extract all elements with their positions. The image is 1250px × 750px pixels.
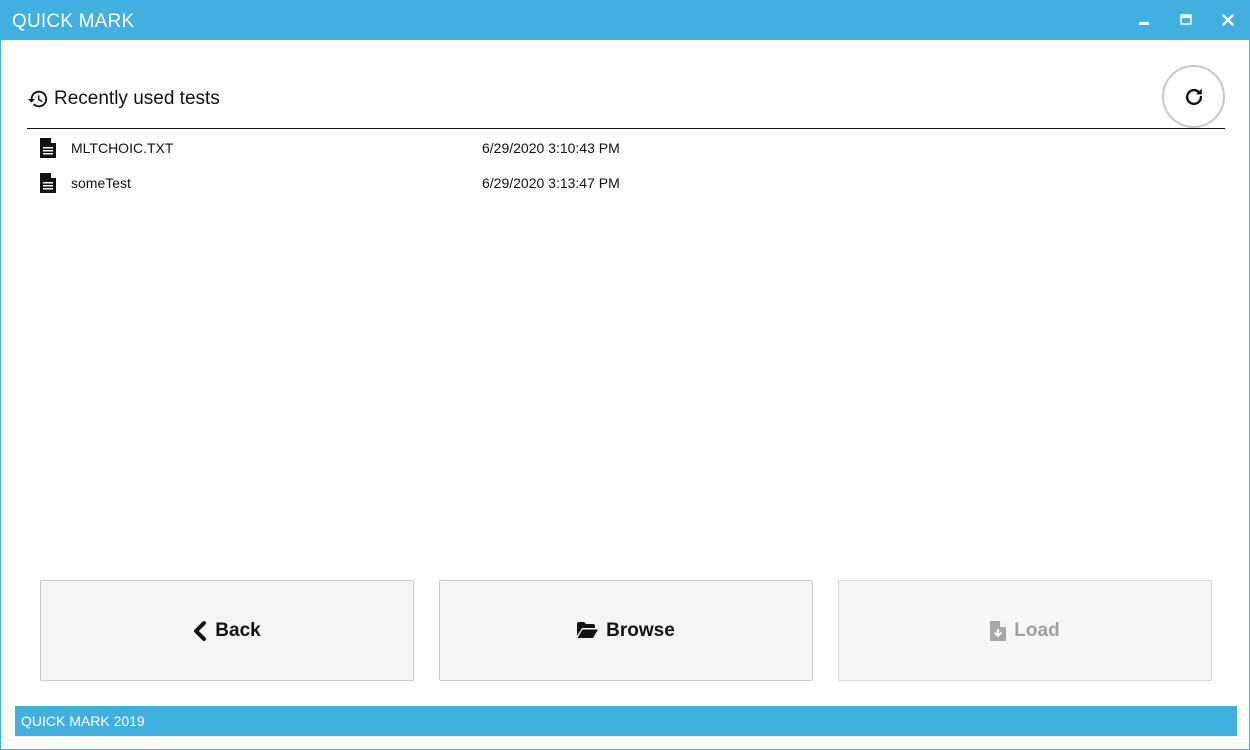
window-title: QUICK MARK (12, 11, 135, 32)
close-icon (1222, 14, 1234, 26)
browse-button[interactable]: Browse (439, 580, 813, 681)
app-window: QUICK MARK Recently used tests MLTCHOIC.… (0, 0, 1250, 750)
maximize-icon (1180, 14, 1192, 25)
recent-tests-header: Recently used tests (27, 85, 220, 113)
recent-tests-list: MLTCHOIC.TXT 6/29/2020 3:10:43 PM someTe… (27, 130, 1225, 200)
file-icon (40, 173, 56, 193)
back-button[interactable]: Back (40, 580, 414, 681)
header-divider (27, 128, 1225, 129)
title-bar[interactable]: QUICK MARK (1, 1, 1249, 40)
file-download-icon (990, 620, 1007, 641)
minimize-button[interactable] (1129, 5, 1159, 35)
file-name: MLTCHOIC.TXT (71, 140, 174, 156)
list-item[interactable]: someTest 6/29/2020 3:13:47 PM (27, 165, 1225, 200)
list-item[interactable]: MLTCHOIC.TXT 6/29/2020 3:10:43 PM (27, 130, 1225, 165)
refresh-button[interactable] (1162, 65, 1225, 128)
close-button[interactable] (1213, 5, 1243, 35)
chevron-left-icon (194, 620, 207, 641)
back-button-label: Back (215, 619, 261, 641)
folder-open-icon (577, 622, 599, 638)
status-text: QUICK MARK 2019 (21, 713, 145, 729)
file-icon (40, 138, 56, 158)
history-icon (27, 90, 48, 108)
file-name: someTest (71, 175, 131, 191)
maximize-button[interactable] (1171, 5, 1201, 35)
file-date: 6/29/2020 3:10:43 PM (482, 140, 620, 156)
load-button-label: Load (1014, 619, 1060, 641)
load-button[interactable]: Load (838, 580, 1212, 681)
refresh-icon (1185, 88, 1202, 105)
file-date: 6/29/2020 3:13:47 PM (482, 175, 620, 191)
minimize-icon (1139, 22, 1149, 25)
status-bar: QUICK MARK 2019 (15, 706, 1237, 736)
browse-button-label: Browse (606, 619, 675, 641)
section-title: Recently used tests (54, 88, 220, 109)
